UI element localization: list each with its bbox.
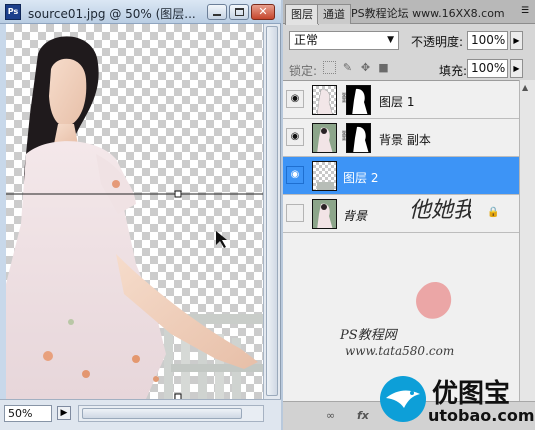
blend-mode-select[interactable]: 正常 ▼ (289, 31, 399, 50)
layer-thumbnail (312, 85, 337, 115)
minimize-icon (213, 14, 221, 16)
canvas-vertical-scrollbar[interactable] (263, 24, 280, 399)
dress (6, 141, 166, 399)
photoshop-logo-icon: Ps (5, 4, 21, 20)
lock-transparency-icon[interactable] (323, 61, 336, 74)
tab-layers[interactable]: 图层 (285, 4, 319, 25)
lock-icon: 🔒 (487, 207, 500, 218)
opacity-label: 不透明度: (411, 35, 464, 49)
layer-name: 背景 (343, 209, 368, 223)
layers-scrollbar[interactable]: ▲ (519, 80, 535, 401)
opacity-field[interactable]: 100% (467, 31, 508, 50)
blend-mode-value: 正常 (294, 33, 319, 47)
layer-mask-thumbnail (346, 123, 371, 153)
layer-name: 图层 1 (379, 95, 415, 109)
ps-url-watermark: www.tata580.com (345, 344, 455, 358)
lock-position-icon[interactable]: ✥ (359, 61, 372, 74)
cutout-photo (6, 36, 263, 399)
layer-name: 图层 2 (343, 171, 379, 185)
zoom-field[interactable]: 50% (4, 405, 52, 422)
calligraphy-text: 他她我帮你 (409, 198, 471, 223)
layers-panel: 图层 通道 PS教程论坛 www.16XX8.com ☰ 正常 ▼ 不透明度: … (283, 0, 535, 430)
chevron-down-icon: ▼ (387, 35, 394, 45)
layer-thumbnail (312, 161, 337, 191)
fill-field[interactable]: 100% (467, 59, 508, 78)
document-statusbar: 50% ▶ (0, 399, 281, 430)
eye-icon[interactable]: ◉ (286, 204, 304, 222)
cursor-icon (216, 231, 227, 248)
brand-bird-icon (380, 376, 426, 422)
fill-slider-button[interactable]: ▶ (510, 59, 523, 78)
panel-menu-icon[interactable]: ☰ (521, 6, 531, 16)
eye-icon[interactable]: ◉ (286, 166, 304, 184)
layer-name: 背景 副本 (379, 133, 431, 147)
layer-row[interactable]: ◉ ⛓ 图层 1 (283, 81, 519, 119)
eye-icon[interactable]: ◉ (286, 90, 304, 108)
ps-site-watermark: PS教程网 (340, 328, 397, 343)
layer-row[interactable]: ◉ ⛓ 背景 副本 (283, 119, 519, 157)
layer-mask-thumbnail (346, 85, 371, 115)
opacity-slider-button[interactable]: ▶ (510, 31, 523, 50)
minimize-button[interactable] (207, 4, 227, 20)
status-menu-icon[interactable]: ▶ (57, 406, 71, 420)
eye-icon[interactable]: ◉ (286, 128, 304, 146)
fill-label: 填充: (439, 64, 468, 78)
calligraphy-watermark: 他她我帮你 (409, 198, 471, 319)
photoshop-workspace: Ps source01.jpg @ 50% (图层... ✕ 50% ▶ 图层 … (0, 0, 535, 430)
canvas-horizontal-scrollbar[interactable] (78, 405, 264, 422)
lock-image-icon[interactable]: ✎ (341, 61, 354, 74)
maximize-icon (235, 8, 244, 16)
vertical-scroll-thumb[interactable] (266, 26, 278, 396)
document-title: source01.jpg @ 50% (图层... (28, 7, 196, 21)
close-button[interactable]: ✕ (251, 4, 275, 20)
document-window: Ps source01.jpg @ 50% (图层... ✕ 50% ▶ (0, 0, 281, 430)
layer-thumbnail (312, 199, 337, 229)
scroll-up-icon[interactable]: ▲ (522, 83, 528, 92)
maximize-button[interactable] (229, 4, 249, 20)
forum-watermark: PS教程论坛 www.16XX8.com (351, 7, 505, 20)
lock-label: 锁定: (289, 64, 318, 78)
panel-tabs: 图层 通道 PS教程论坛 www.16XX8.com ☰ (283, 0, 535, 25)
fx-icon[interactable]: fx (357, 409, 369, 422)
link-icon[interactable]: ∞ (326, 409, 335, 422)
brand-watermark: 优图宝 utobao.com (374, 370, 535, 430)
lock-all-icon[interactable]: ■ (377, 61, 390, 74)
brand-name: 优图宝 (432, 379, 511, 409)
layer-thumbnail (312, 123, 337, 153)
horizontal-scroll-thumb[interactable] (82, 408, 242, 419)
brand-url: utobao.com (428, 406, 535, 425)
document-canvas[interactable] (6, 24, 263, 399)
close-icon: ✕ (258, 5, 268, 18)
tab-channels[interactable]: 通道 (317, 4, 351, 24)
document-titlebar[interactable]: Ps source01.jpg @ 50% (图层... ✕ (0, 0, 281, 24)
